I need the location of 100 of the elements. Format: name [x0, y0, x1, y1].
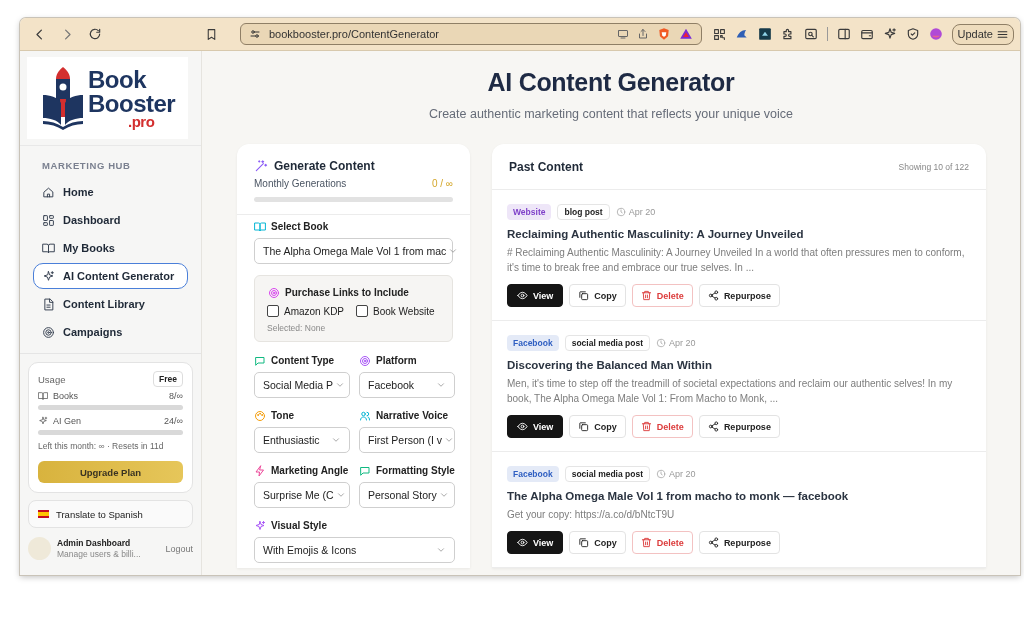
delete-button[interactable]: Delete — [631, 531, 693, 554]
checkbox-label[interactable]: Book Website — [373, 305, 435, 317]
nav-item[interactable]: My Books — [33, 235, 188, 261]
quota-label: Monthly Generations — [254, 178, 347, 189]
date: Apr 20 — [669, 469, 696, 479]
avatar — [28, 537, 51, 560]
cast-icon — [617, 28, 629, 40]
triangle-icon — [679, 27, 693, 41]
user-name: Admin Dashboard — [57, 538, 132, 548]
delete-button[interactable]: Delete — [631, 284, 693, 307]
card-title: Past Content — [509, 159, 583, 174]
trash-icon — [640, 421, 652, 432]
book-icon — [38, 391, 48, 401]
sparkle-icon — [42, 269, 55, 283]
dropdown[interactable]: First Person (I v — [359, 427, 455, 453]
content-excerpt: Get your copy: https://a.co/d/bNtcT9U — [507, 508, 676, 522]
meter-reading: 24/∞ — [164, 416, 183, 426]
repurpose-button[interactable]: Repurpose — [698, 284, 780, 307]
share-icon — [707, 421, 719, 432]
usage-title: Usage — [38, 373, 66, 385]
content-title: Discovering the Balanced Man Within — [507, 359, 713, 371]
page-subtitle: Create authentic marketing content that reflects your unique voice — [428, 107, 794, 121]
meter-label: Books — [53, 391, 78, 401]
home-icon — [42, 185, 55, 199]
nav-item[interactable]: Dashboard — [33, 207, 188, 233]
section-title: MARKETING HUB — [42, 160, 132, 171]
checkbox-label[interactable]: Amazon KDP — [284, 305, 345, 317]
chevron-icon — [436, 380, 446, 390]
eye-icon — [517, 421, 528, 432]
logo-suffix: .pro — [128, 113, 156, 129]
book-icon — [254, 221, 266, 233]
dropdown[interactable]: Surprise Me (C — [254, 482, 350, 508]
share-icon — [707, 537, 719, 548]
nav-item[interactable]: AI Content Generator — [33, 263, 188, 289]
type-tag: social media post — [564, 335, 651, 351]
profile-icon[interactable] — [928, 27, 943, 41]
upgrade-button[interactable]: Upgrade Plan — [38, 461, 183, 483]
sidebar-icon — [836, 27, 851, 41]
chevron-icon — [436, 545, 446, 555]
screenshot-icon — [803, 27, 818, 41]
eye-icon — [517, 290, 528, 301]
field-label: Content Type — [271, 355, 335, 367]
dashboard-icon — [42, 213, 55, 227]
chat-bubble-icon — [359, 465, 371, 477]
checkbox[interactable] — [356, 305, 369, 317]
quota-reading: 0 / ∞ — [431, 178, 453, 189]
nav-item[interactable]: Home — [33, 179, 188, 205]
content-excerpt: Men, it's time to step off the treadmill of societal expectations and reclaim our authentic selves! In my book, The Alpha Omega Male Vol 1: From Macho to Monk, ... — [507, 377, 954, 406]
repurpose-button[interactable]: Repurpose — [698, 415, 780, 438]
reload-icon — [88, 27, 102, 41]
nav-item[interactable]: Content Library — [33, 291, 188, 317]
delete-button[interactable]: Delete — [631, 415, 693, 438]
book-icon — [42, 241, 55, 255]
copy-button[interactable]: Copy — [569, 284, 626, 307]
result-count: Showing 10 of 122 — [898, 161, 969, 172]
sparkle-icon — [882, 27, 897, 41]
copy-icon — [578, 421, 590, 432]
chevron-icon — [331, 435, 341, 445]
copy-icon — [578, 537, 590, 548]
chevron-icon — [335, 380, 346, 390]
field-label: Narrative Voice — [376, 410, 449, 422]
panel-title: Purchase Links to Include — [285, 287, 409, 299]
dropdown[interactable]: With Emojis & Icons — [254, 537, 455, 563]
field-label: Select Book — [271, 221, 329, 233]
address-bar[interactable]: bookbooster.pro/ContentGenerator — [240, 23, 702, 45]
clock-icon — [656, 338, 667, 348]
chevron-icon — [444, 435, 455, 445]
repurpose-button[interactable]: Repurpose — [698, 531, 780, 554]
user-subtitle: Manage users & billi... — [57, 549, 142, 559]
translate-button[interactable]: Translate to Spanish — [28, 500, 193, 528]
meter-label: AI Gen — [53, 416, 81, 426]
dropdown[interactable]: Enthusiastic — [254, 427, 350, 453]
trash-icon — [640, 290, 652, 301]
square-icon — [757, 27, 772, 41]
nav-item[interactable]: Campaigns — [33, 319, 188, 345]
platform-tag: Facebook — [507, 466, 559, 482]
field-label: Formatting Style — [376, 465, 455, 477]
copy-button[interactable]: Copy — [569, 415, 626, 438]
view-button[interactable]: View — [507, 284, 564, 307]
dropdown[interactable]: Social Media P — [254, 372, 350, 398]
dropdown[interactable]: Facebook — [359, 372, 455, 398]
meter-reading: 8/∞ — [169, 391, 183, 401]
copy-button[interactable]: Copy — [569, 531, 626, 554]
share-icon — [637, 28, 649, 40]
date: Apr 20 — [669, 338, 696, 348]
clock-icon — [615, 207, 626, 217]
card-title: Generate Content — [274, 159, 375, 173]
eye-icon — [517, 537, 528, 548]
target-icon — [268, 287, 280, 299]
type-tag: social media post — [564, 466, 651, 482]
dropdown[interactable]: Personal Story — [359, 482, 455, 508]
page-title: AI Content Generator — [487, 68, 735, 97]
target-icon — [42, 325, 55, 339]
view-button[interactable]: View — [507, 415, 564, 438]
update-button[interactable]: Update — [951, 23, 1014, 45]
checkbox[interactable] — [267, 305, 279, 317]
view-button[interactable]: View — [507, 531, 564, 554]
chat-bubble-icon — [254, 355, 266, 367]
logout-link[interactable]: Logout — [165, 543, 193, 554]
field-label: Marketing Angle — [271, 465, 349, 477]
